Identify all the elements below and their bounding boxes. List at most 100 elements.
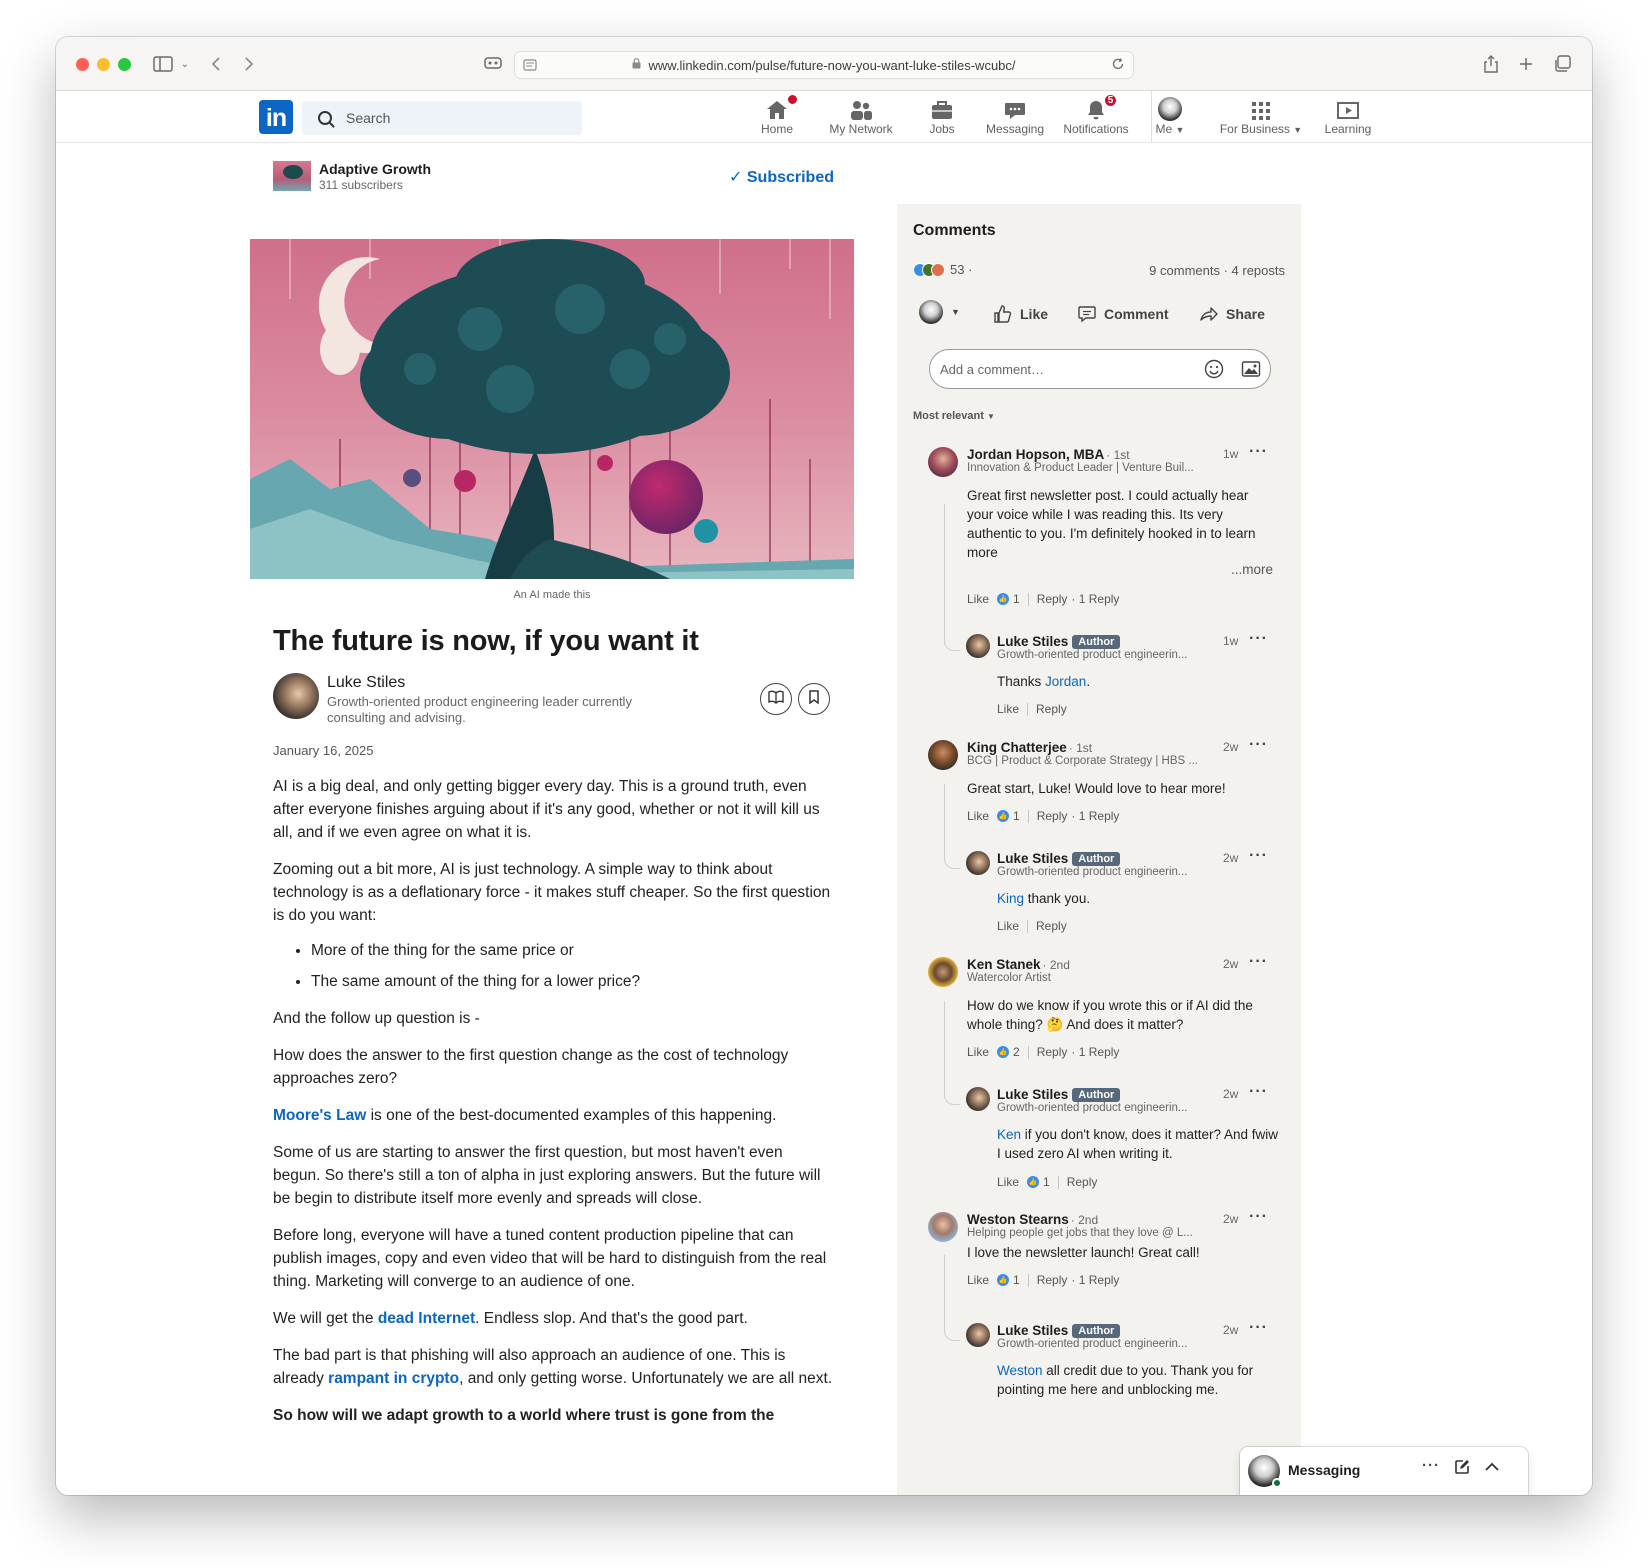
reply-count[interactable]: · 1 Reply <box>1071 809 1119 823</box>
commenter-name[interactable]: Luke Stiles Author <box>997 851 1121 866</box>
linkedin-logo[interactable]: in <box>259 100 293 134</box>
mention-link[interactable]: Ken <box>997 1127 1021 1142</box>
commenter-name[interactable]: Luke Stiles Author <box>997 1087 1121 1102</box>
like-button[interactable]: Like <box>967 809 989 823</box>
chevron-down-icon: ▼ <box>986 412 995 421</box>
nav-home[interactable]: Home <box>752 93 802 141</box>
see-more-link[interactable]: ...more <box>1231 562 1273 577</box>
forward-icon[interactable] <box>239 51 259 77</box>
reply-button[interactable]: Reply <box>1067 1175 1098 1189</box>
share-icon[interactable] <box>1481 51 1501 77</box>
commenter-name[interactable]: Weston Stearns · 2nd <box>967 1212 1098 1227</box>
reply-button[interactable]: Reply <box>1037 1045 1068 1059</box>
nav-my-network[interactable]: My Network <box>816 95 906 141</box>
commenter-name[interactable]: Ken Stanek · 2nd <box>967 957 1070 972</box>
nav-learning[interactable]: Learning <box>1318 95 1378 141</box>
share-button[interactable]: Share <box>1199 304 1265 324</box>
minimize-window-button[interactable] <box>97 58 110 71</box>
more-options-icon[interactable]: ··· <box>1249 1208 1268 1226</box>
add-comment-input[interactable]: Add a comment… <box>929 349 1271 389</box>
comment-actions: Like 👍 1 Reply · 1 Reply <box>967 592 1119 606</box>
reply-button[interactable]: Reply <box>1037 1273 1068 1287</box>
rampant-in-crypto-link[interactable]: rampant in crypto <box>328 1370 459 1387</box>
commenter-avatar[interactable] <box>966 634 990 658</box>
more-options-icon[interactable]: ··· <box>1249 847 1268 865</box>
reply-button[interactable]: Reply <box>1037 809 1068 823</box>
back-icon[interactable] <box>206 51 226 77</box>
new-tab-icon[interactable] <box>1516 51 1536 77</box>
nav-jobs[interactable]: Jobs <box>922 95 962 141</box>
reload-icon[interactable] <box>1111 57 1125 74</box>
commenter-avatar[interactable] <box>928 957 958 987</box>
moores-law-link[interactable]: Moore's Law <box>273 1107 366 1124</box>
author-name[interactable]: Luke Stiles <box>327 674 405 692</box>
reply-count[interactable]: · 1 Reply <box>1071 592 1119 606</box>
more-options-icon[interactable]: ··· <box>1422 1457 1440 1474</box>
dead-internet-link[interactable]: dead Internet <box>378 1310 475 1327</box>
newsletter-logo[interactable] <box>273 161 311 191</box>
author-avatar[interactable] <box>273 673 319 719</box>
comment-button[interactable]: Comment <box>1077 304 1169 324</box>
messaging-overlay[interactable]: Messaging ··· <box>1240 1447 1528 1495</box>
commenter-name[interactable]: Jordan Hopson, MBA · 1st <box>967 447 1130 462</box>
comment-repost-counts[interactable]: 9 comments · 4 reposts <box>1149 263 1285 278</box>
commenter-name[interactable]: Luke Stiles Author <box>997 1323 1121 1338</box>
reply-button[interactable]: Reply <box>1037 592 1068 606</box>
more-options-icon[interactable]: ··· <box>1249 953 1268 971</box>
subscribed-button[interactable]: ✓ Subscribed <box>729 167 834 187</box>
like-button[interactable]: Like <box>967 1045 989 1059</box>
reply-button[interactable]: Reply <box>1036 919 1067 933</box>
briefcase-icon <box>930 95 954 121</box>
article-title: The future is now, if you want it <box>273 625 699 657</box>
like-button[interactable]: Like <box>997 702 1019 716</box>
reply-count[interactable]: · 1 Reply <box>1071 1273 1119 1287</box>
reactions-summary[interactable]: 53 · <box>913 262 972 277</box>
reader-mode-button[interactable] <box>760 683 792 715</box>
mention-link[interactable]: Weston <box>997 1363 1043 1378</box>
image-icon[interactable] <box>1241 359 1261 382</box>
mention-link[interactable]: King <box>997 891 1024 906</box>
sort-dropdown[interactable]: Most relevant ▼ <box>913 410 995 422</box>
like-button[interactable]: Like <box>997 919 1019 933</box>
actor-selector[interactable]: ▼ <box>919 300 960 324</box>
commenter-avatar[interactable] <box>966 851 990 875</box>
nav-for-business[interactable]: For Business ▼ <box>1216 95 1306 141</box>
chevron-up-icon[interactable] <box>1484 1460 1500 1477</box>
reply-count[interactable]: · 1 Reply <box>1071 1045 1119 1059</box>
save-article-button[interactable] <box>798 683 830 715</box>
extension-icon[interactable] <box>481 51 505 77</box>
bookmark-icon <box>808 689 820 709</box>
mention-link[interactable]: Jordan <box>1045 674 1086 689</box>
more-options-icon[interactable]: ··· <box>1249 443 1268 461</box>
commenter-avatar[interactable] <box>928 1212 958 1242</box>
close-window-button[interactable] <box>76 58 89 71</box>
commenter-name[interactable]: Luke Stiles Author <box>997 634 1121 649</box>
chevron-down-icon[interactable]: ⌄ <box>178 51 192 77</box>
newsletter-name[interactable]: Adaptive Growth <box>319 161 431 177</box>
like-reaction-icon: 👍 <box>1027 1176 1040 1188</box>
commenter-name[interactable]: King Chatterjee · 1st <box>967 740 1092 755</box>
more-options-icon[interactable]: ··· <box>1249 736 1268 754</box>
sidebar-toggle-icon[interactable] <box>151 51 175 77</box>
nav-notifications[interactable]: 5 Notifications <box>1054 93 1138 141</box>
more-options-icon[interactable]: ··· <box>1249 1083 1268 1101</box>
reply-button[interactable]: Reply <box>1036 702 1067 716</box>
commenter-avatar[interactable] <box>928 740 958 770</box>
nav-me[interactable]: Me ▼ <box>1148 95 1192 141</box>
commenter-avatar[interactable] <box>966 1087 990 1111</box>
like-button[interactable]: Like <box>993 304 1048 324</box>
emoji-icon[interactable] <box>1204 359 1224 382</box>
more-options-icon[interactable]: ··· <box>1249 630 1268 648</box>
commenter-avatar[interactable] <box>966 1323 990 1347</box>
search-input[interactable]: Search <box>302 101 582 135</box>
tab-overview-icon[interactable] <box>1551 51 1573 77</box>
like-button[interactable]: Like <box>967 592 989 606</box>
like-button[interactable]: Like <box>997 1175 1019 1189</box>
commenter-avatar[interactable] <box>928 447 958 477</box>
more-options-icon[interactable]: ··· <box>1249 1319 1268 1337</box>
nav-messaging[interactable]: Messaging <box>980 95 1050 141</box>
zoom-window-button[interactable] <box>118 58 131 71</box>
compose-icon[interactable] <box>1454 1459 1470 1479</box>
like-button[interactable]: Like <box>967 1273 989 1287</box>
address-bar[interactable]: www.linkedin.com/pulse/future-now-you-wa… <box>514 51 1134 79</box>
